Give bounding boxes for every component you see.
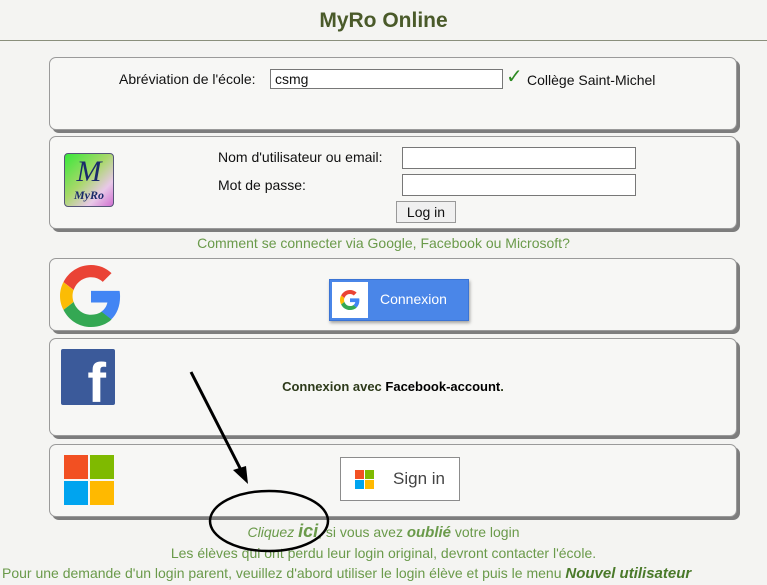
forgot-ici-link[interactable]: ici [298,521,318,541]
facebook-account-text: Facebook-account [385,379,501,394]
google-signin-label: Connexion [380,291,447,307]
google-signin-button[interactable]: Connexion [329,279,469,321]
login-button[interactable]: Log in [396,201,456,223]
forgot-login-line: Cliquez ici, si vous avez oublié votre l… [0,521,767,542]
logo-text: MyRo [74,188,104,202]
parent-text: Pour une demande d'un login parent, veui… [2,565,566,581]
google-logo-icon [60,265,121,327]
microsoft-signin-label: Sign in [393,469,445,488]
google-g-icon [332,282,368,318]
myro-logo-icon: M MyRo [64,153,114,207]
facebook-suffix: . [500,379,504,394]
school-abbrev-label: Abréviation de l'école: [119,71,256,87]
facebook-panel: f Connexion avec Facebook-account. [49,338,737,436]
username-input[interactable] [402,147,636,169]
school-panel: Abréviation de l'école: ✓ Collège Saint-… [49,57,737,130]
microsoft-mini-icon [355,470,375,490]
username-label: Nom d'utilisateur ou email: [218,149,383,165]
forgot-text-2: , si vous avez [318,524,407,540]
parent-login-text: Pour une demande d'un login parent, veui… [0,565,767,582]
forgot-text-3: votre login [451,524,520,540]
social-login-help-link[interactable]: Comment se connecter via Google, Faceboo… [0,235,767,251]
logo-letter: M [76,155,102,188]
nouvel-utilisateur-text: Nouvel utilisateur [565,565,692,582]
microsoft-panel: Sign in [49,444,737,517]
password-input[interactable] [402,174,636,196]
facebook-signin-link[interactable]: Connexion avec Facebook-account. [50,379,736,394]
microsoft-signin-button[interactable]: Sign in [340,457,460,501]
header-bar: MyRo Online [0,0,767,41]
forgot-text-1: Cliquez [247,524,299,540]
school-name: Collège Saint-Michel [527,72,656,88]
login-panel: M MyRo Nom d'utilisateur ou email: Mot d… [49,136,737,229]
students-info-text: Les élèves qui ont perdu leur login orig… [170,545,597,561]
microsoft-logo-icon [64,455,114,505]
facebook-signin-text: Connexion avec [282,379,386,394]
google-panel: Connexion [49,258,737,331]
app-title: MyRo Online [319,9,448,32]
password-label: Mot de passe: [218,177,306,193]
forgot-oublie: oublié [406,524,451,541]
facebook-logo-icon: f [61,349,115,411]
checkmark-icon: ✓ [506,66,523,88]
school-abbrev-input[interactable] [270,69,503,89]
